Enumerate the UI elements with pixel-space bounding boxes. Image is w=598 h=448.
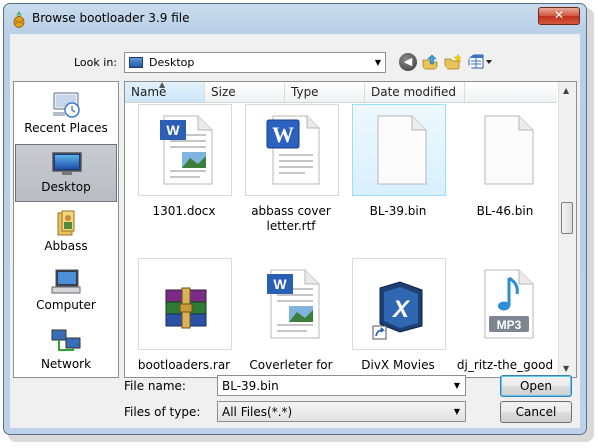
cancel-button[interactable]: Cancel xyxy=(500,401,572,423)
place-abbass[interactable]: Abbass xyxy=(15,204,117,262)
files-of-type-dropdown[interactable]: All Files(*.*) ▼ xyxy=(217,401,466,422)
file-thumbnail: W xyxy=(138,104,232,196)
file-name-label: File name: xyxy=(124,379,186,393)
vertical-scrollbar[interactable]: ▲ ▼ xyxy=(558,82,576,377)
mp3-file-icon: MP3 xyxy=(484,269,534,339)
winrar-archive-icon xyxy=(165,287,207,329)
sort-ascending-icon: ▲ xyxy=(159,81,166,89)
desktop-small-icon xyxy=(129,57,143,68)
recent-places-icon xyxy=(53,92,80,118)
look-in-dropdown[interactable]: Desktop ▼ xyxy=(124,52,386,73)
svg-text:X: X xyxy=(391,296,411,323)
file-name-value: BL-39.bin xyxy=(222,379,279,393)
place-recent-places[interactable]: Recent Places xyxy=(15,86,117,144)
svg-text:W: W xyxy=(166,122,180,138)
file-thumbnail xyxy=(459,104,553,196)
place-label: Network xyxy=(40,357,92,371)
scroll-up-icon[interactable]: ▲ xyxy=(563,86,569,95)
files-of-type-value: All Files(*.*) xyxy=(222,405,293,419)
place-label: Desktop xyxy=(41,180,91,194)
svg-text:W: W xyxy=(272,122,294,147)
place-desktop[interactable]: Desktop xyxy=(15,144,117,202)
file-name: BL-46.bin xyxy=(476,204,534,218)
view-menu-button[interactable] xyxy=(468,53,494,71)
back-arrow-icon: ◀ xyxy=(403,55,413,68)
back-button[interactable]: ◀ xyxy=(399,53,417,71)
desktop-icon xyxy=(52,152,82,175)
look-in-value: Desktop xyxy=(149,56,195,69)
chevron-down-icon[interactable]: ▼ xyxy=(454,381,460,390)
file-thumbnail: W xyxy=(245,104,339,196)
file-item[interactable]: W 1301.docx xyxy=(134,104,234,238)
open-button-label: Open xyxy=(519,379,553,393)
column-header: ▲ Name Size Type Date modified xyxy=(125,82,557,103)
file-name: 1301.docx xyxy=(152,204,216,218)
chevron-down-icon: ▼ xyxy=(374,58,381,67)
file-item[interactable]: X DivX Movies xyxy=(348,258,448,377)
scroll-thumb[interactable] xyxy=(561,202,573,234)
window-title: Browse bootloader 3.9 file xyxy=(32,11,190,25)
file-name: Coverleter for xyxy=(249,358,333,372)
computer-icon xyxy=(51,269,81,294)
open-button[interactable]: Open xyxy=(500,375,572,397)
column-name[interactable]: ▲ Name xyxy=(125,82,205,102)
scroll-down-icon[interactable]: ▼ xyxy=(563,364,569,373)
column-size[interactable]: Size xyxy=(205,82,285,102)
user-folder-icon xyxy=(57,210,75,236)
file-item[interactable]: W Coverleter for xyxy=(241,258,341,377)
divx-shortcut-icon: X xyxy=(372,281,423,340)
file-thumbnail: X xyxy=(352,258,446,350)
file-dialog: Browse bootloader 3.9 file ✕ Look in: De… xyxy=(3,3,587,435)
files-of-type-label: Files of type: xyxy=(124,405,201,419)
title-bar[interactable]: Browse bootloader 3.9 file ✕ xyxy=(4,4,586,34)
column-label: Type xyxy=(291,85,319,99)
file-list-view[interactable]: ▲ Name Size Type Date modified ▲ ▼ W 130… xyxy=(124,81,577,378)
place-label: Recent Places xyxy=(24,121,108,135)
dialog-body: Look in: Desktop ▼ ◀ Recent Places Deskt… xyxy=(10,34,580,428)
file-name: abbass cover letter.rtf xyxy=(251,204,331,233)
word-rtf-icon: W xyxy=(266,115,320,185)
blank-file-icon xyxy=(377,115,427,185)
file-name: dj_ritz-the_good xyxy=(456,358,554,372)
look-in-label: Look in: xyxy=(74,56,117,69)
column-label: Date modified xyxy=(371,85,457,99)
blank-file-icon xyxy=(484,115,534,185)
file-item[interactable]: MP3 dj_ritz-the_good xyxy=(455,258,555,377)
close-icon: ✕ xyxy=(553,8,565,22)
close-button[interactable]: ✕ xyxy=(538,7,580,25)
column-date-modified[interactable]: Date modified xyxy=(365,82,465,102)
file-thumbnail: W xyxy=(245,258,339,350)
pineapple-app-icon xyxy=(13,11,25,28)
word-docx-icon: W xyxy=(160,115,213,185)
file-name-input[interactable]: BL-39.bin ▼ xyxy=(217,375,466,396)
column-type[interactable]: Type xyxy=(285,82,365,102)
word-docx-icon: W xyxy=(267,269,320,339)
cancel-button-label: Cancel xyxy=(515,405,557,419)
chevron-down-icon: ▼ xyxy=(453,407,460,416)
svg-text:W: W xyxy=(273,276,287,292)
file-item[interactable]: W abbass cover letter.rtf xyxy=(241,104,341,238)
file-item-selected[interactable]: BL-39.bin xyxy=(348,104,448,238)
place-label: Abbass xyxy=(44,239,88,253)
place-label: Computer xyxy=(36,298,96,312)
file-thumbnail xyxy=(352,104,446,196)
place-computer[interactable]: Computer xyxy=(15,263,117,321)
file-thumbnail xyxy=(138,258,232,350)
column-label: Size xyxy=(211,85,236,99)
file-name: bootloaders.rar xyxy=(137,358,231,372)
new-folder-button[interactable] xyxy=(444,53,462,71)
file-name: DivX Movies xyxy=(361,358,435,372)
file-item[interactable]: BL-46.bin xyxy=(455,104,555,238)
file-item[interactable]: bootloaders.rar xyxy=(134,258,234,377)
network-icon xyxy=(51,329,81,351)
up-folder-button[interactable] xyxy=(421,53,439,71)
place-network[interactable]: Network xyxy=(15,322,117,380)
svg-text:MP3: MP3 xyxy=(497,318,522,332)
places-bar: Recent Places Desktop Abbass Computer Ne… xyxy=(13,81,119,378)
file-name: BL-39.bin xyxy=(369,204,427,218)
file-thumbnail: MP3 xyxy=(459,258,553,350)
